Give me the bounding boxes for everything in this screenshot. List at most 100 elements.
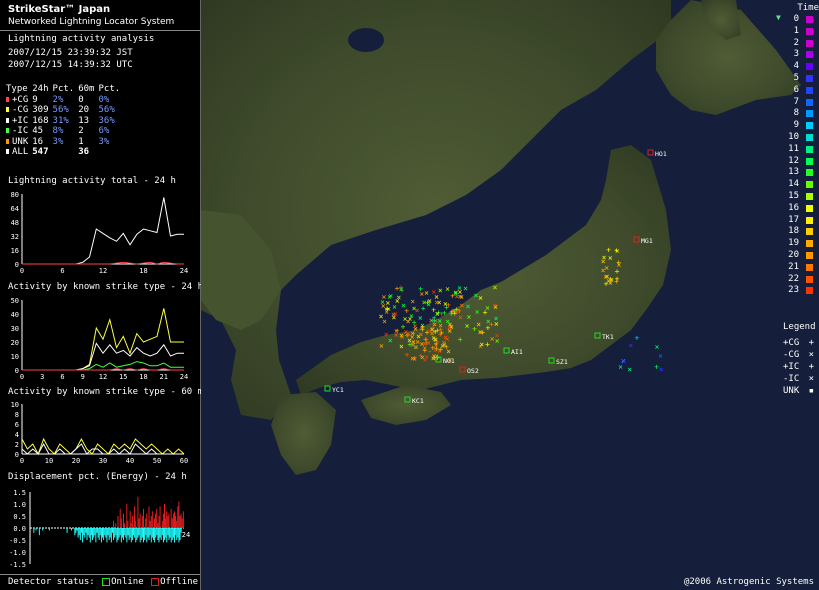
strike-marker: ×: [412, 355, 417, 364]
strike-marker: ×: [616, 260, 621, 269]
time-key-swatch: [806, 134, 813, 141]
strike-marker: ×: [401, 301, 406, 310]
count-24h: 45: [32, 126, 44, 136]
bar-negative: [146, 528, 148, 543]
strike-marker: ×: [440, 342, 445, 351]
legend-label: UNK: [783, 386, 800, 396]
online-label: Online: [111, 577, 144, 587]
chart-title-total: Lightning activity total - 24 h: [8, 176, 176, 186]
y-tick-label: 0: [15, 261, 19, 269]
bar-positive: [119, 508, 121, 528]
bar-positive: [154, 518, 155, 528]
count-24h: 168: [32, 115, 49, 126]
type-label: UNK: [12, 136, 29, 147]
type-label: +IC: [12, 115, 29, 126]
bar-negative: [90, 528, 92, 536]
bar-negative: [83, 528, 85, 536]
count-24h: 9: [32, 94, 38, 105]
strike-marker: ×: [479, 328, 484, 337]
header-pct24: Pct.: [52, 84, 75, 94]
series-line: [22, 368, 184, 371]
bar-negative: [155, 528, 157, 538]
bar-negative: [80, 528, 82, 533]
time-key-label: 11: [788, 143, 799, 154]
bar-positive: [117, 516, 119, 528]
y-tick-label: 30: [11, 325, 19, 333]
bar-negative: [100, 528, 102, 543]
offline-label: Offline: [160, 577, 198, 587]
time-key-swatch: [806, 51, 813, 59]
series-line: [21, 437, 185, 456]
bar-negative: [102, 528, 104, 538]
strike-marker: ×: [391, 310, 396, 319]
time-key-label: 9: [793, 120, 799, 131]
time-key-swatch: [806, 228, 813, 236]
stats-table: Type 24h Pct. 60m Pct. +CG 9 2% 0 0% -CG 309 5…: [6, 84, 124, 158]
strike-marker: ×: [627, 365, 632, 374]
station-label: OS2: [467, 367, 479, 375]
time-key-item: 15: [779, 191, 819, 202]
app-title: StrikeStar™ Japan: [8, 4, 111, 15]
y-tick-label: 64: [11, 205, 19, 213]
bar-negative: [111, 528, 113, 533]
time-key-swatch: [806, 169, 813, 177]
time-key-item: 1: [779, 26, 819, 37]
y-tick-label: 40: [11, 311, 19, 319]
divider: [0, 574, 200, 575]
bar-negative: [129, 528, 131, 538]
count-60m: 20: [78, 105, 90, 115]
bar-positive: [178, 501, 180, 528]
time-key-label: 16: [788, 202, 799, 213]
chart-type-24h: 0 10 20 30 40 50 0 3 6 9 12 15 18 21 24: [11, 297, 189, 381]
strike-marker: ×: [466, 313, 471, 322]
pct-60m: 3%: [98, 136, 110, 147]
analysis-heading: Lightning activity analysis: [8, 34, 155, 44]
station-label: YC1: [332, 386, 344, 394]
bar-negative: [157, 528, 159, 540]
strike-marker: ×: [658, 352, 663, 361]
strike-marker: ×: [384, 330, 389, 339]
bar-negative: [152, 528, 154, 540]
bar-positive: [162, 513, 164, 528]
bar-positive: [141, 516, 143, 528]
legend-symbol-icon: +: [803, 338, 815, 348]
time-key-label: 6: [793, 84, 799, 95]
strike-marker: +: [483, 308, 488, 317]
bar-positive: [172, 513, 174, 528]
strike-marker: +: [458, 335, 463, 344]
detector-status: Detector status: Online Offline --->: [8, 577, 225, 587]
strike-marker: ×: [430, 325, 435, 334]
bar-negative: [130, 528, 132, 543]
time-key-swatch: [806, 193, 813, 200]
bar-negative: [176, 528, 178, 540]
bar-positive: [182, 511, 184, 528]
legend-label: +CG: [783, 338, 800, 348]
y-tick-label: 1.5: [13, 489, 26, 497]
x-tick-label: 24: [180, 267, 188, 275]
bar-negative: [166, 528, 168, 543]
bar-positive: [150, 516, 152, 528]
bar-positive: [166, 511, 168, 528]
bar-positive: [179, 516, 181, 528]
strike-marker: ×: [447, 326, 452, 335]
y-tick-label: 6: [15, 421, 19, 429]
x-tick-label: 12: [99, 267, 107, 275]
bar-negative: [133, 528, 135, 536]
time-key-label: 5: [793, 73, 799, 83]
bar-positive: [176, 520, 178, 528]
bar-negative: [125, 528, 127, 538]
pct-24h: 2%: [52, 94, 64, 105]
strike-marker: ×: [459, 301, 464, 310]
strike-marker: ×: [438, 321, 443, 330]
bar-positive: [138, 518, 140, 528]
bar-positive: [145, 518, 147, 528]
x-tick-label: 12: [99, 373, 107, 381]
bar-positive: [146, 513, 148, 528]
lightning-map[interactable]: × + + × × + × × × + + × × × × × × × + × × + × + × × × + × × × × × × + + × × × +…: [201, 0, 819, 590]
time-key-swatch: [806, 240, 813, 248]
type-label: -IC: [12, 126, 29, 136]
bar-positive: [127, 520, 129, 528]
bar-positive: [137, 496, 139, 528]
time-key-swatch: [806, 275, 813, 283]
bar-negative: [179, 528, 181, 540]
